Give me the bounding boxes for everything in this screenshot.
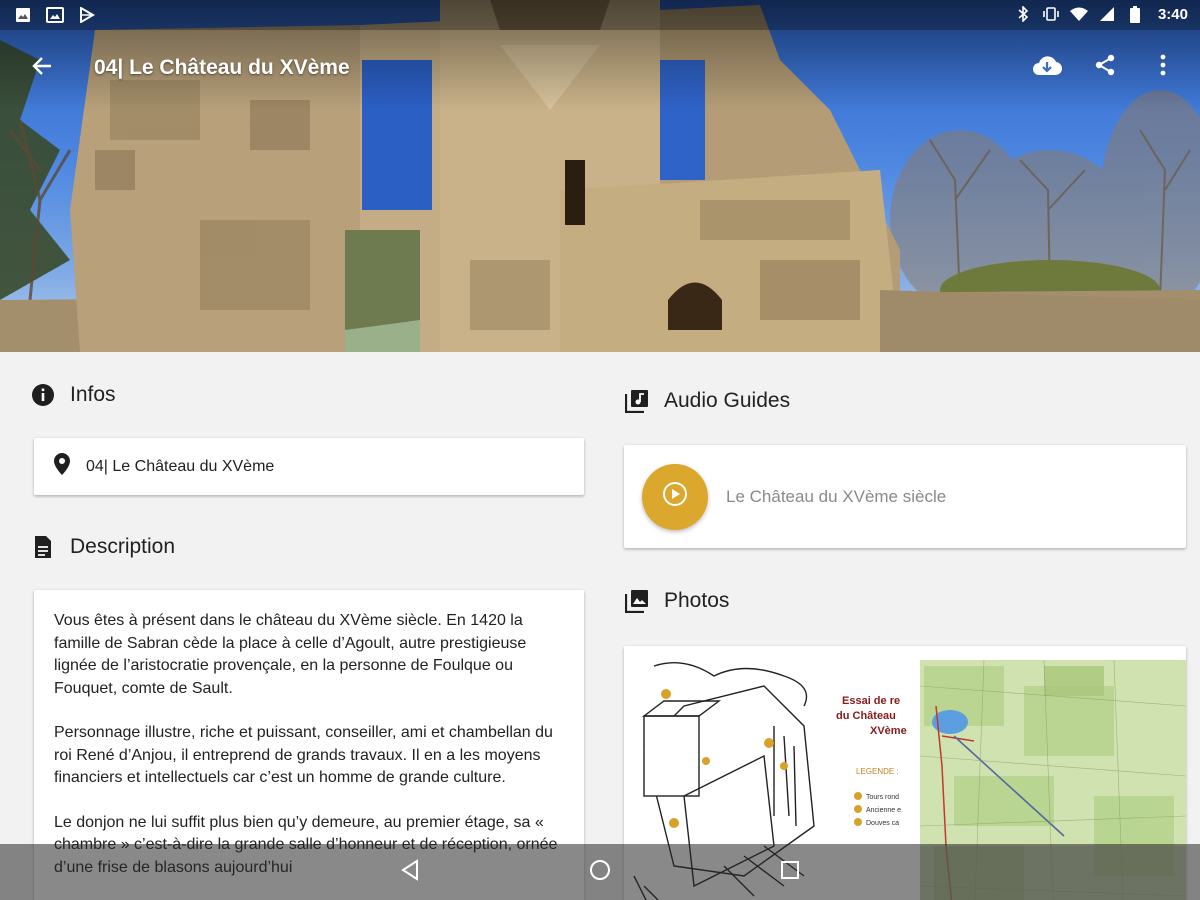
more-vert-icon [1160,54,1166,81]
bluetooth-icon [1014,5,1032,23]
home-nav-icon [589,859,611,886]
thumb-legend-item: Douves ca [866,820,899,827]
play-store-icon [78,6,96,24]
signal-icon [1098,5,1116,23]
description-paragraph: Personnage illustre, riche et puissant, … [54,724,553,786]
thumb-title-line3: XVème [870,725,907,737]
audio-guides-heading: Audio Guides [664,389,791,412]
share-icon [1093,53,1117,82]
cloud-download-icon [1032,54,1063,81]
thumb-legend-item: Tours rond [866,794,899,801]
status-time: 3:40 [1157,5,1188,23]
status-bar: 3:40 [0,0,1200,30]
photos-section-header: Photos [624,588,729,614]
infos-section-header: Infos [30,382,116,408]
share-button[interactable] [1088,50,1122,84]
play-button[interactable] [642,463,708,530]
audio-guide-label: Le Château du XVème siècle [726,486,947,506]
location-text: 04| Le Château du XVème [86,457,275,475]
nav-home-button[interactable] [586,858,614,886]
app-toolbar: 04| Le Château du XVème [0,30,1200,104]
thumb-legend: LEGENDE : [856,767,899,776]
thumb-title-line2: du Château [836,710,896,722]
vibrate-icon [1042,5,1060,23]
arrow-back-icon [31,55,53,82]
wifi-icon [1069,5,1088,23]
description-paragraph: Vous êtes à présent dans le château du X… [54,612,527,697]
document-icon [30,534,56,560]
battery-icon [1126,5,1144,23]
system-navigation-bar [0,844,1200,900]
photo-icon [46,6,64,24]
audio-guides-section-header: Audio Guides [624,388,790,414]
download-button[interactable] [1030,50,1064,84]
nav-recents-button[interactable] [776,858,804,886]
page-title: 04| Le Château du XVème [94,56,350,79]
info-icon [30,382,56,408]
back-nav-icon [400,858,420,886]
audio-library-icon [624,388,650,414]
nav-back-button[interactable] [396,858,424,886]
thumb-title-line1: Essai de re [842,695,900,707]
photos-heading: Photos [664,589,730,612]
infos-heading: Infos [70,383,116,406]
description-heading: Description [70,535,176,558]
description-section-header: Description [30,534,175,560]
play-circle-icon [662,481,688,512]
photo-library-icon [624,588,650,614]
recents-nav-icon [780,860,800,885]
back-button[interactable] [26,52,58,84]
audio-guide-item[interactable]: Le Château du XVème siècle [624,445,1186,548]
location-card: 04| Le Château du XVème [34,438,584,495]
more-options-button[interactable] [1146,50,1180,84]
image-icon [14,6,32,24]
location-pin-icon [52,452,72,481]
thumb-legend-item: Ancienne e [866,807,901,814]
